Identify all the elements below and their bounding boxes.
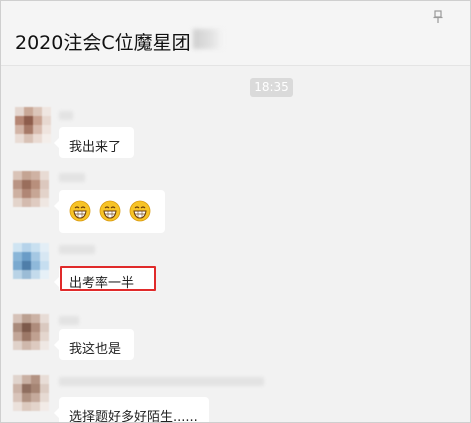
- avatar[interactable]: [13, 243, 49, 279]
- chat-header: 2020注会C位魔星团: [1, 1, 470, 66]
- message-bubble[interactable]: 选择题好多好陌生......: [54, 397, 209, 423]
- sender-name: [59, 316, 79, 325]
- avatar[interactable]: [13, 171, 49, 207]
- message-text: 选择题好多好陌生......: [69, 410, 198, 423]
- message-text: 我出来了: [69, 140, 122, 155]
- red-highlight-box: [60, 266, 156, 291]
- chat-window: 2020注会C位魔星团 18:35 我出来了 出考率一半 我这也是 选择题好多好…: [0, 0, 471, 423]
- grin-emoji-icon: [129, 200, 151, 222]
- sender-name: [59, 245, 95, 254]
- blurred-member-count: [193, 29, 223, 49]
- emoji-message-bubble[interactable]: [54, 190, 165, 233]
- sender-name: [59, 111, 73, 120]
- avatar[interactable]: [13, 375, 49, 411]
- sender-name: [59, 377, 264, 386]
- sender-name: [59, 173, 85, 182]
- message-bubble[interactable]: 我这也是: [54, 329, 134, 360]
- chat-title: 2020注会C位魔星团: [15, 32, 191, 54]
- avatar[interactable]: [13, 314, 49, 350]
- grin-emoji-icon: [99, 200, 121, 222]
- timestamp-label: 18:35: [250, 78, 293, 97]
- message-bubble[interactable]: 我出来了: [54, 127, 134, 158]
- message-text: 我这也是: [69, 342, 122, 357]
- grin-emoji-icon: [69, 200, 91, 222]
- pin-icon[interactable]: [432, 10, 444, 24]
- avatar[interactable]: [15, 107, 51, 143]
